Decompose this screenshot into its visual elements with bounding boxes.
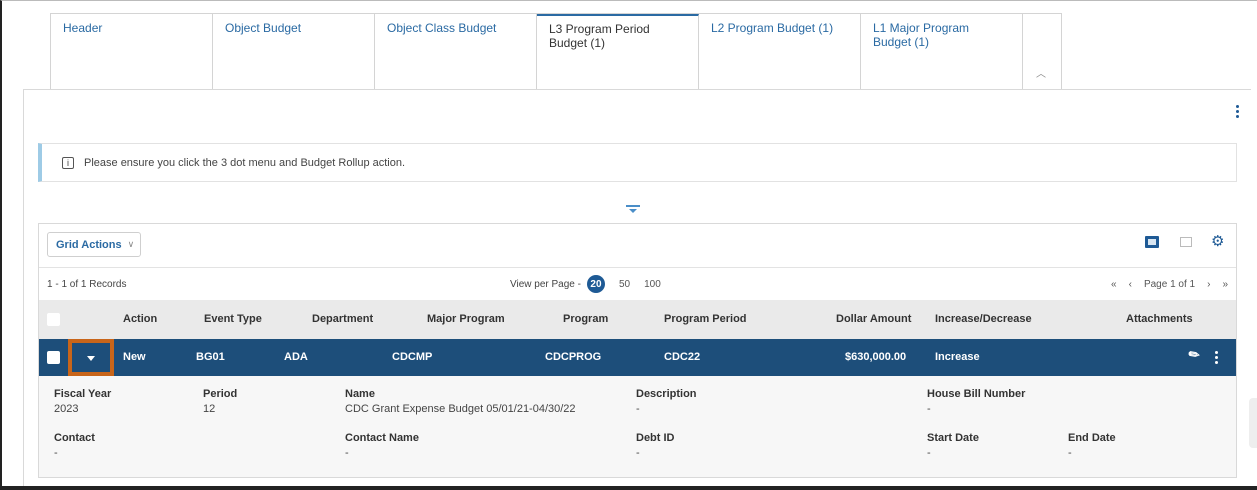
field-label: End Date [1068, 432, 1116, 444]
field-label: Start Date [927, 432, 979, 444]
columns-icon[interactable] [1180, 237, 1192, 247]
field-label: Contact [54, 432, 95, 444]
tab-object-budget[interactable]: Object Budget [213, 14, 375, 90]
field-period: Period 12 [203, 388, 237, 415]
notice-text: Please ensure you click the 3 dot menu a… [84, 156, 406, 169]
field-label: Contact Name [345, 432, 419, 444]
field-value: - [927, 403, 931, 415]
cell-major-program: CDCMP [392, 351, 433, 363]
paperclip-icon[interactable]: ✎ [1185, 345, 1203, 364]
pager-row: 1 - 1 of 1 Records View per Page - 20 50… [39, 267, 1236, 300]
field-label: Fiscal Year [54, 388, 112, 400]
field-label: Description [636, 388, 697, 400]
col-program[interactable]: Program [563, 300, 608, 339]
cell-increase-decrease: Increase [935, 351, 980, 363]
select-all-checkbox[interactable] [47, 313, 60, 326]
tab-l3-program-period-budget[interactable]: L3 Program Period Budget (1) [537, 14, 699, 90]
row-checkbox[interactable] [47, 351, 60, 364]
field-debt-id: Debt ID - [636, 432, 675, 459]
field-value: - [1068, 447, 1072, 459]
col-event-type[interactable]: Event Type [204, 300, 262, 339]
col-attachments[interactable]: Attachments [1126, 300, 1193, 339]
last-page-icon[interactable]: » [1222, 279, 1228, 290]
field-start-date: Start Date - [927, 432, 979, 459]
row-kebab-icon[interactable] [1211, 349, 1221, 367]
caret-down-icon: ∨ [127, 239, 135, 249]
first-page-icon[interactable]: « [1111, 279, 1117, 290]
cell-program: CDCPROG [545, 351, 602, 363]
page-size-option[interactable]: 100 [644, 279, 661, 290]
next-page-icon[interactable]: › [1207, 279, 1210, 290]
col-dollar-amount[interactable]: Dollar Amount [836, 300, 911, 339]
tab-l1-major-program-budget[interactable]: L1 Major Program Budget (1) [861, 14, 1023, 90]
field-contact-name: Contact Name - [345, 432, 419, 459]
page-label: Page 1 of 1 [1143, 278, 1196, 290]
cell-department: ADA [284, 351, 308, 363]
tab-l2-program-budget[interactable]: L2 Program Budget (1) [699, 14, 861, 90]
cell-action: New [123, 351, 146, 363]
tab-object-class-budget[interactable]: Object Class Budget [375, 14, 537, 90]
view-per-page: View per Page - 20 50 100 [510, 275, 661, 293]
col-action[interactable]: Action [123, 300, 157, 339]
tab-collapse-toggle[interactable]: ︿ [1023, 14, 1061, 90]
settings-icon[interactable]: ⚙ [1211, 232, 1224, 250]
field-label: Debt ID [636, 432, 675, 444]
expand-row-button[interactable] [68, 339, 114, 376]
col-program-period[interactable]: Program Period [664, 300, 747, 339]
field-fiscal-year: Fiscal Year 2023 [54, 388, 111, 415]
page-size-option[interactable]: 50 [619, 279, 630, 290]
col-major-program[interactable]: Major Program [427, 300, 505, 339]
page-size-option[interactable]: 20 [586, 275, 605, 293]
caret-down-icon [87, 356, 95, 361]
grid-actions-button[interactable]: Grid Actions ∨ [47, 232, 141, 257]
tab-header[interactable]: Header [51, 14, 213, 90]
pagination: « ‹ Page 1 of 1 › » [1099, 279, 1228, 290]
field-label: House Bill Number [927, 388, 1026, 400]
table-row[interactable]: New BG01 ADA CDCMP CDCPROG CDC22 $630,00… [39, 339, 1236, 376]
table-header: Action Event Type Department Major Progr… [39, 300, 1236, 339]
field-value: - [345, 447, 349, 459]
field-value: 12 [203, 403, 216, 415]
side-drawer-handle[interactable] [1249, 398, 1257, 448]
field-value: CDC Grant Expense Budget 05/01/21-04/30/… [345, 403, 576, 415]
prev-page-icon[interactable]: ‹ [1129, 279, 1132, 290]
field-value: - [927, 447, 931, 459]
field-value: - [636, 403, 640, 415]
collapse-icon[interactable] [626, 205, 640, 215]
field-description: Description - [636, 388, 697, 415]
field-contact: Contact - [54, 432, 95, 459]
chevron-up-icon: ︿ [1036, 69, 1046, 80]
records-count: 1 - 1 of 1 Records [47, 278, 127, 290]
cell-event-type: BG01 [196, 351, 225, 363]
field-label: Name [345, 388, 375, 400]
row-details: Fiscal Year 2023 Period 12 Name CDC Gran… [39, 376, 1236, 477]
cell-program-period: CDC22 [664, 351, 701, 363]
field-name: Name CDC Grant Expense Budget 05/01/21-0… [345, 388, 576, 415]
tab-bar: Header Object Budget Object Class Budget… [50, 13, 1062, 90]
notice-banner: i Please ensure you click the 3 dot menu… [38, 143, 1237, 182]
window-bottom-border [0, 486, 1257, 490]
field-value: - [636, 447, 640, 459]
col-department[interactable]: Department [312, 300, 373, 339]
field-value: 2023 [54, 403, 79, 415]
field-label: Period [203, 388, 238, 400]
cell-dollar-amount: $630,000.00 [845, 351, 907, 363]
field-end-date: End Date - [1068, 432, 1116, 459]
info-icon: i [62, 156, 74, 169]
grid-actions-label: Grid Actions [56, 238, 122, 251]
col-increase-decrease[interactable]: Increase/Decrease [935, 300, 1032, 339]
field-house-bill-number: House Bill Number - [927, 388, 1025, 415]
kebab-icon[interactable] [1232, 103, 1242, 121]
grid-view-icon[interactable] [1145, 236, 1159, 248]
view-per-page-label: View per Page - [510, 278, 581, 290]
data-grid: Grid Actions ∨ ⚙ 1 - 1 of 1 Records View… [38, 223, 1237, 478]
field-value: - [54, 447, 58, 459]
